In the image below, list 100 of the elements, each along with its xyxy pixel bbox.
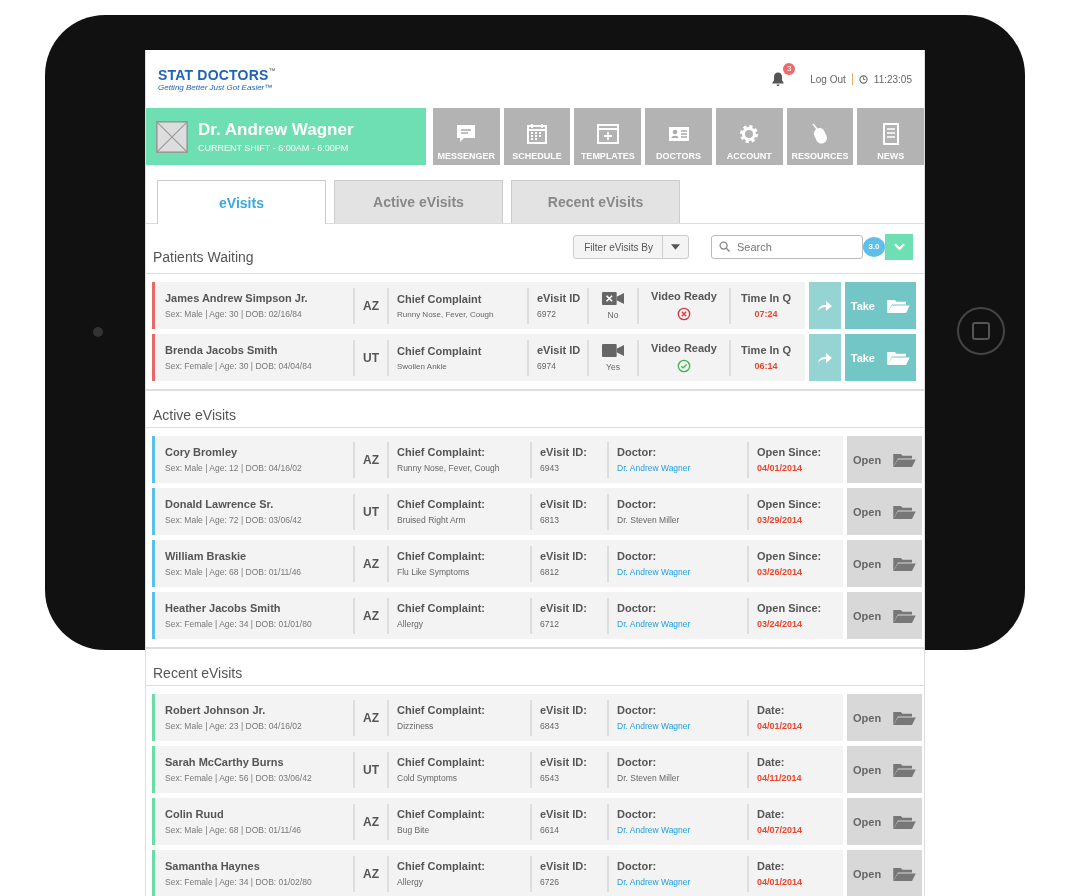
folder-icon bbox=[887, 350, 910, 365]
doctor-link[interactable]: Dr. Andrew Wagner bbox=[617, 567, 739, 577]
complaint-text: Bug Bite bbox=[397, 825, 431, 835]
visit-id: 6614 bbox=[540, 825, 560, 835]
doctor-link[interactable]: Dr. Andrew Wagner bbox=[617, 721, 739, 731]
state-code: UT bbox=[355, 751, 389, 788]
nav-button[interactable]: RESOURCES bbox=[786, 108, 854, 165]
patient-details: Sex: Male | Age: 12 | DOB: 04/16/02 bbox=[165, 463, 303, 473]
visit-id: 6974 bbox=[537, 361, 557, 371]
state-code: UT bbox=[355, 339, 389, 376]
visit-id: 6813 bbox=[540, 515, 560, 525]
field-label: Doctor: bbox=[617, 602, 658, 614]
patient-details: Sex: Male | Age: 23 | DOB: 04/16/02 bbox=[165, 721, 303, 731]
take-button[interactable]: Take bbox=[844, 334, 916, 381]
forward-button[interactable] bbox=[809, 282, 841, 329]
nav-button[interactable]: NEWS bbox=[857, 108, 925, 165]
doctor-name: Dr. Steven Miller bbox=[617, 773, 681, 783]
field-label: Doctor: bbox=[617, 808, 658, 820]
complaint-text: Dizziness bbox=[397, 721, 435, 731]
folder-icon bbox=[893, 866, 917, 881]
visit-id: 6843 bbox=[540, 721, 560, 731]
tab[interactable]: Active eVisits bbox=[334, 180, 503, 223]
complaint-text: Runny Nose, Fever, Cough bbox=[397, 309, 495, 319]
field-label: eVisit ID: bbox=[540, 704, 588, 716]
open-button[interactable]: Open bbox=[847, 436, 923, 483]
state-code: AZ bbox=[355, 855, 389, 892]
clock-time: 11:23:05 bbox=[873, 73, 912, 85]
field-label: Open Since: bbox=[757, 498, 823, 510]
nav-button[interactable]: MESSENGER bbox=[433, 108, 500, 165]
forward-arrow-icon bbox=[816, 351, 833, 364]
field-label: Chief Complaint: bbox=[397, 860, 486, 872]
logo-text: STAT DOCTORS bbox=[158, 66, 269, 83]
complaint-text: Allergy bbox=[397, 619, 424, 629]
field-label: eVisit ID: bbox=[540, 550, 588, 562]
forward-button[interactable] bbox=[809, 334, 841, 381]
dropdown-button[interactable] bbox=[885, 234, 913, 260]
section-title: Patients Waiting bbox=[153, 249, 254, 265]
visit-id: 6712 bbox=[540, 619, 560, 629]
open-button[interactable]: Open bbox=[847, 850, 923, 896]
doctor-link[interactable]: Dr. Andrew Wagner bbox=[617, 825, 739, 835]
folder-icon bbox=[893, 608, 917, 623]
field-label: Video Ready bbox=[651, 290, 717, 302]
patient-details: Sex: Male | Age: 68 | DOB: 01/11/46 bbox=[165, 567, 303, 577]
state-code: AZ bbox=[355, 699, 389, 736]
folder-icon bbox=[893, 504, 917, 519]
patient-details: Sex: Female | Age: 34 | DOB: 01/01/80 bbox=[165, 619, 313, 629]
filter-dropdown[interactable]: Filter eVisits By bbox=[573, 235, 689, 259]
search-field[interactable]: Search bbox=[711, 235, 863, 259]
nav-button[interactable]: DOCTORS bbox=[645, 108, 712, 165]
visit-id: 6543 bbox=[540, 773, 560, 783]
patient-name: Donald Lawrence Sr. bbox=[165, 498, 275, 510]
date-text: 04/07/2014 bbox=[757, 825, 804, 835]
patient-name: Colin Ruud bbox=[165, 808, 225, 820]
nav-button[interactable]: TEMPLATES bbox=[574, 108, 642, 165]
tab[interactable]: eVisits bbox=[157, 180, 326, 224]
field-label: Video Ready bbox=[651, 342, 717, 354]
state-code: AZ bbox=[355, 441, 389, 478]
visit-id: 6726 bbox=[540, 877, 560, 887]
field-label: Doctor: bbox=[617, 860, 658, 872]
forward-arrow-icon bbox=[816, 299, 833, 312]
open-button[interactable]: Open bbox=[847, 798, 923, 845]
field-label: eVisit ID bbox=[537, 292, 579, 304]
patient-name: Heather Jacobs Smith bbox=[165, 602, 282, 614]
field-label: eVisit ID: bbox=[540, 446, 588, 458]
open-button[interactable]: Open bbox=[847, 540, 923, 587]
logo-tagline: Getting Better Just Got Easier™ bbox=[158, 82, 274, 92]
state-code: AZ bbox=[355, 287, 389, 324]
field-label: Date: bbox=[757, 808, 786, 820]
date-text: 03/29/2014 bbox=[757, 515, 804, 525]
open-button[interactable]: Open bbox=[847, 488, 923, 535]
field-label: Chief Complaint: bbox=[397, 498, 486, 510]
take-button[interactable]: Take bbox=[844, 282, 916, 329]
nav-button[interactable]: SCHEDULE bbox=[503, 108, 571, 165]
open-button[interactable]: Open bbox=[847, 746, 923, 793]
tab[interactable]: Recent eVisits bbox=[511, 180, 680, 223]
patient-name: Samantha Haynes bbox=[165, 860, 261, 872]
bell-icon[interactable] bbox=[770, 71, 787, 87]
nav-button[interactable]: ACCOUNT bbox=[715, 108, 783, 165]
doctor-link[interactable]: Dr. Andrew Wagner bbox=[617, 463, 739, 473]
field-label: Time In Q bbox=[741, 344, 791, 356]
folder-icon bbox=[893, 762, 917, 777]
field-label: eVisit ID: bbox=[540, 860, 588, 872]
section-title: Recent eVisits bbox=[153, 665, 243, 681]
doctor-link[interactable]: Dr. Andrew Wagner bbox=[617, 619, 739, 629]
complaint-text: Runny Nose, Fever, Cough bbox=[397, 463, 501, 473]
field-label: Date: bbox=[757, 704, 786, 716]
queue-time: 07:24 bbox=[754, 309, 778, 319]
complaint-text: Cold Symptoms bbox=[397, 773, 458, 783]
logout-link[interactable]: Log Out bbox=[810, 73, 846, 85]
folder-icon bbox=[893, 814, 917, 829]
open-button[interactable]: Open bbox=[847, 694, 923, 741]
doctor-name: Dr. Steven Miller bbox=[617, 515, 681, 525]
field-label: Chief Complaint: bbox=[397, 756, 486, 768]
open-button[interactable]: Open bbox=[847, 592, 923, 639]
doctor-name: Dr. Andrew Wagner bbox=[198, 120, 354, 140]
field-label: Chief Complaint bbox=[397, 292, 483, 305]
complaint-text: Flu Like Symptoms bbox=[397, 567, 471, 577]
doctor-link[interactable]: Dr. Andrew Wagner bbox=[617, 877, 739, 887]
calendar-icon bbox=[525, 122, 550, 146]
visit-id: 6972 bbox=[537, 309, 557, 319]
